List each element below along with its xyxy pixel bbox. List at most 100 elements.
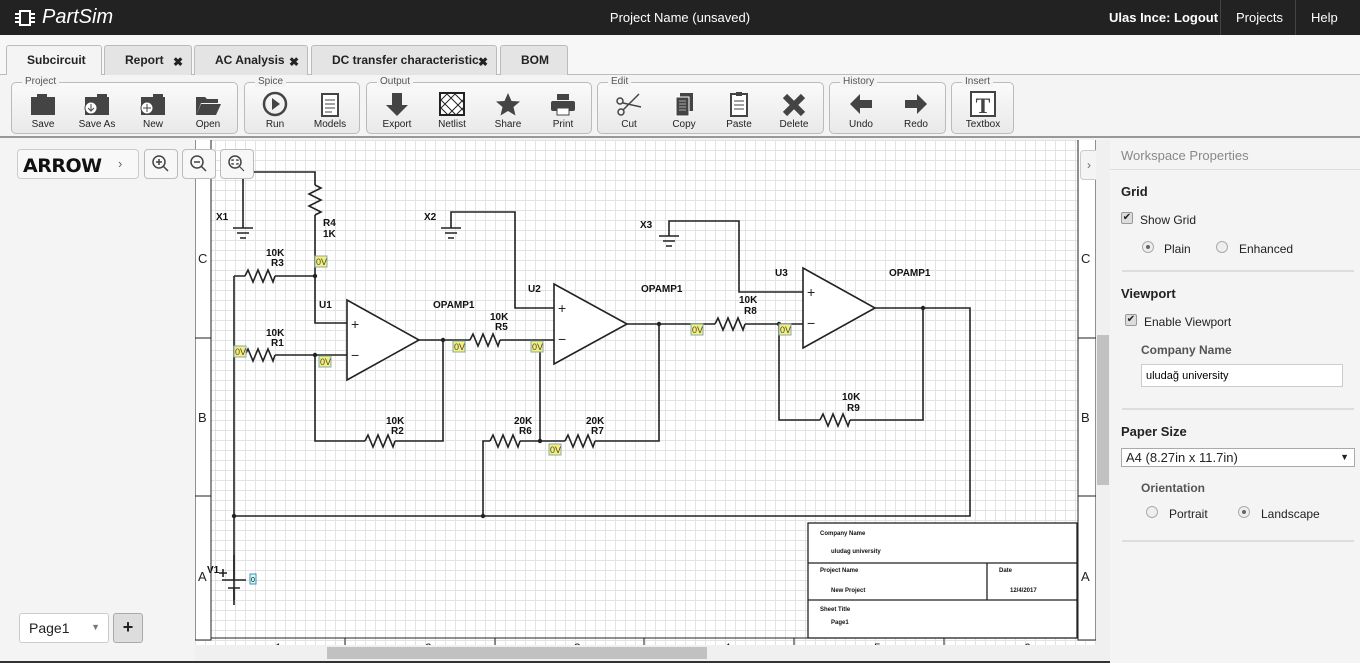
tab-bar: Subcircuit Report ✖ AC Analysis ✖ DC trans… (0, 35, 1360, 76)
logo-text: PartSim (42, 6, 114, 28)
run-button[interactable]: Run (250, 91, 300, 130)
partsim-logo[interactable]: PartSim (14, 6, 113, 29)
row-label: B (1081, 410, 1090, 425)
label-u1: U1 (319, 300, 332, 311)
add-page-button[interactable]: + (113, 613, 143, 643)
enhanced-label: Enhanced (1239, 242, 1294, 256)
close-icon[interactable]: ✖ (173, 48, 183, 76)
tool-label: Models (313, 119, 347, 130)
share-button[interactable]: Share (483, 91, 533, 130)
company-name-input[interactable] (1141, 364, 1343, 387)
opamp-u2 (553, 282, 629, 366)
scrollbar-thumb[interactable] (327, 647, 707, 659)
spice-group: Spice Run Models (244, 76, 360, 134)
opamp-u3 (802, 266, 877, 350)
output-group: Output Export Netlist Share Print (366, 76, 592, 134)
save-button[interactable]: Save (18, 91, 68, 130)
page-select[interactable]: Page1 ▼ (19, 613, 109, 643)
tool-label: Undo (849, 119, 873, 130)
page-select-value: Page1 (29, 620, 70, 636)
export-button[interactable]: Export (372, 91, 422, 130)
parts-panel: ARROW › Page1 ▼ + (0, 140, 195, 663)
redo-button[interactable]: Redo (891, 91, 941, 130)
tool-label: Save (31, 119, 55, 130)
schematic-canvas[interactable]: C B A C B A 1 2 3 4 5 6 +− + (195, 140, 1096, 645)
history-group: History Undo Redo (829, 76, 946, 134)
help-button[interactable]: Help (1295, 0, 1360, 35)
copy-button[interactable]: Copy (659, 91, 709, 130)
svg-text:R6: R6 (519, 426, 532, 437)
vertical-scrollbar[interactable] (1096, 140, 1110, 645)
label-x3: X3 (640, 220, 653, 231)
delete-button[interactable]: Delete (769, 91, 819, 130)
close-icon[interactable]: ✖ (478, 48, 488, 76)
schematic[interactable]: C B A C B A 1 2 3 4 5 6 +− + (195, 140, 1096, 645)
svg-text:Company Name: Company Name (820, 531, 866, 537)
cut-button[interactable]: Cut (604, 91, 654, 130)
scrollbar-thumb[interactable] (1097, 335, 1109, 485)
grid-heading: Grid (1121, 184, 1148, 199)
svg-text:Page1: Page1 (831, 620, 849, 626)
projects-button[interactable]: Projects (1220, 0, 1298, 35)
opamp-u1 (346, 298, 421, 382)
viewport-heading: Viewport (1121, 286, 1176, 301)
arrow-brand-button[interactable]: ARROW › (17, 149, 139, 179)
chevron-right-icon[interactable]: › (118, 156, 122, 171)
folder-plus-icon (140, 94, 165, 115)
row-label: C (1081, 251, 1090, 266)
tab-label: Report (125, 53, 164, 67)
probe-value: 0V (550, 445, 561, 455)
svg-text:12/4/2017: 12/4/2017 (1010, 588, 1037, 594)
close-icon[interactable]: ✖ (289, 48, 299, 76)
tab-label: DC transfer characteristic (332, 53, 479, 67)
edit-group: Edit Cut Copy Paste Delete (597, 76, 824, 134)
enable-viewport-label: Enable Viewport (1144, 315, 1232, 329)
horizontal-scrollbar[interactable] (195, 645, 1110, 661)
probe-value: 0V (532, 342, 543, 352)
open-button[interactable]: Open (183, 91, 233, 130)
probe-value: 0V (780, 325, 791, 335)
tab-bom[interactable]: BOM (500, 45, 568, 75)
svg-text:10K: 10K (739, 295, 758, 306)
scissors-icon (616, 93, 642, 116)
x-icon (782, 93, 806, 117)
zoom-in-icon (152, 155, 169, 172)
tab-report[interactable]: Report ✖ (104, 45, 192, 75)
enable-viewport-checkbox[interactable]: ✔ (1125, 314, 1137, 326)
paper-size-heading: Paper Size (1121, 424, 1187, 439)
zoom-fit-button[interactable] (220, 149, 254, 179)
folder-icon (31, 94, 55, 115)
paste-button[interactable]: Paste (714, 91, 764, 130)
show-grid-checkbox[interactable]: ✔ (1121, 212, 1133, 224)
plain-label: Plain (1164, 242, 1191, 256)
netlist-button[interactable]: Netlist (427, 91, 477, 130)
group-label: Output (377, 76, 414, 87)
undo-button[interactable]: Undo (836, 91, 886, 130)
tool-label: Netlist (438, 119, 466, 130)
zoom-out-icon (190, 155, 207, 172)
models-button[interactable]: Models (305, 91, 355, 130)
probe-value: 0V (320, 357, 331, 367)
svg-text:R7: R7 (591, 426, 604, 437)
plain-radio[interactable] (1142, 241, 1154, 253)
tab-dc-transfer[interactable]: DC transfer characteristic ✖ (311, 45, 497, 75)
svg-text:R9: R9 (847, 403, 860, 414)
zoom-in-button[interactable] (144, 149, 178, 179)
tab-ac-analysis[interactable]: AC Analysis ✖ (194, 45, 308, 75)
portrait-radio[interactable] (1146, 506, 1158, 518)
landscape-radio[interactable] (1238, 506, 1250, 518)
logout-link[interactable]: Ulas Ince: Logout (1094, 0, 1233, 35)
folder-download-icon (84, 94, 109, 115)
top-bar: PartSim Project Name (unsaved) Ulas Ince… (0, 0, 1360, 35)
zoom-out-button[interactable] (182, 149, 216, 179)
new-button[interactable]: New (128, 91, 178, 130)
enhanced-radio[interactable] (1216, 241, 1228, 253)
expand-panel-button[interactable]: › (1080, 150, 1096, 180)
save-as-button[interactable]: Save As (72, 91, 122, 130)
paper-size-select[interactable]: A4 (8.27in x 11.7in) ▼ (1121, 448, 1355, 467)
print-button[interactable]: Print (538, 91, 588, 130)
tab-subcircuit[interactable]: Subcircuit (6, 45, 102, 76)
label-v1: V1 (207, 565, 220, 576)
textbox-button[interactable]: T Textbox (958, 91, 1008, 130)
panel-title: Workspace Properties (1121, 148, 1249, 163)
